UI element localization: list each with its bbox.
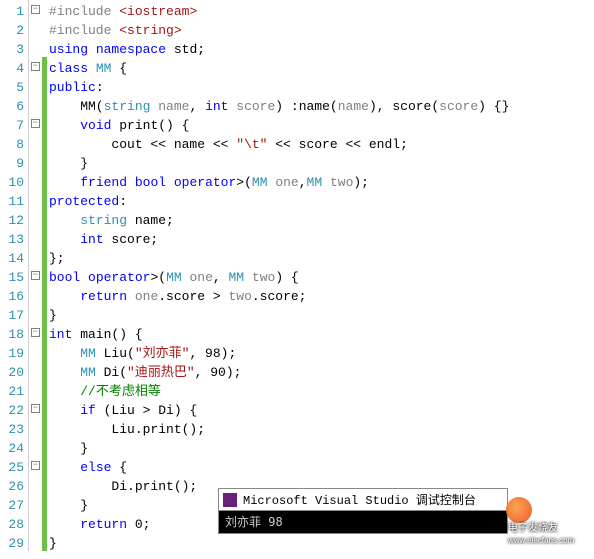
code-line[interactable]: Liu.print(); (47, 420, 594, 439)
code-line[interactable]: }; (47, 249, 594, 268)
debug-console-window[interactable]: Microsoft Visual Studio 调试控制台 刘亦菲 98 (218, 488, 508, 534)
line-number: 25 (8, 458, 24, 477)
code-line[interactable]: } (47, 306, 594, 325)
line-number: 3 (8, 40, 24, 59)
code-line[interactable]: else { (47, 458, 594, 477)
code-line[interactable]: int main() { (47, 325, 594, 344)
fold-toggle-icon[interactable]: − (31, 119, 40, 128)
line-number: 10 (8, 173, 24, 192)
code-line[interactable]: protected: (47, 192, 594, 211)
fold-toggle-icon[interactable]: − (31, 404, 40, 413)
line-number: 6 (8, 97, 24, 116)
line-number: 19 (8, 344, 24, 363)
code-line[interactable]: } (47, 439, 594, 458)
line-number: 20 (8, 363, 24, 382)
line-number-gutter: 1 2 3 4 5 6 7 8 9 10 11 12 13 14 15 16 1… (0, 0, 28, 559)
visual-studio-icon (223, 493, 237, 507)
code-line[interactable]: public: (47, 78, 594, 97)
line-number: 28 (8, 515, 24, 534)
line-number: 27 (8, 496, 24, 515)
line-number: 14 (8, 249, 24, 268)
line-number: 9 (8, 154, 24, 173)
code-line[interactable]: MM Di("迪丽热巴", 90); (47, 363, 594, 382)
code-line[interactable]: if (Liu > Di) { (47, 401, 594, 420)
code-line[interactable]: cout << name << "\t" << score << endl; (47, 135, 594, 154)
fold-column: − − − − − − − (28, 0, 42, 559)
elecfans-logo-icon (506, 497, 532, 523)
console-output: 刘亦菲 98 (219, 511, 507, 533)
line-number: 18 (8, 325, 24, 344)
line-number: 12 (8, 211, 24, 230)
line-number: 5 (8, 78, 24, 97)
code-line[interactable]: string name; (47, 211, 594, 230)
code-line[interactable]: void print() { (47, 116, 594, 135)
line-number: 22 (8, 401, 24, 420)
line-number: 24 (8, 439, 24, 458)
code-line[interactable]: //不考虑相等 (47, 382, 594, 401)
code-line[interactable]: #include <string> (47, 21, 594, 40)
code-editor[interactable]: 1 2 3 4 5 6 7 8 9 10 11 12 13 14 15 16 1… (0, 0, 594, 559)
watermark: 电子发烧友 www.elecfans.com (506, 497, 592, 533)
code-line[interactable]: MM(string name, int score) :name(name), … (47, 97, 594, 116)
line-number: 23 (8, 420, 24, 439)
code-line[interactable]: } (47, 154, 594, 173)
line-number: 15 (8, 268, 24, 287)
fold-toggle-icon[interactable]: − (31, 461, 40, 470)
fold-toggle-icon[interactable]: − (31, 62, 40, 71)
line-number: 11 (8, 192, 24, 211)
code-line[interactable]: return one.score > two.score; (47, 287, 594, 306)
code-area[interactable]: #include <iostream> #include <string> us… (47, 0, 594, 559)
line-number: 8 (8, 135, 24, 154)
line-number: 17 (8, 306, 24, 325)
watermark-text: 电子发烧友 www.elecfans.com (508, 523, 574, 547)
line-number: 4 (8, 59, 24, 78)
fold-toggle-icon[interactable]: − (31, 5, 40, 14)
line-number: 2 (8, 21, 24, 40)
fold-toggle-icon[interactable]: − (31, 271, 40, 280)
line-number: 21 (8, 382, 24, 401)
code-line[interactable]: class MM { (47, 59, 594, 78)
line-number: 26 (8, 477, 24, 496)
code-line[interactable]: using namespace std; (47, 40, 594, 59)
console-title-text: Microsoft Visual Studio 调试控制台 (243, 491, 476, 508)
line-number: 13 (8, 230, 24, 249)
code-line[interactable]: int score; (47, 230, 594, 249)
line-number: 16 (8, 287, 24, 306)
line-number: 1 (8, 2, 24, 21)
code-line[interactable]: #include <iostream> (47, 2, 594, 21)
line-number: 7 (8, 116, 24, 135)
code-line[interactable]: friend bool operator>(MM one,MM two); (47, 173, 594, 192)
line-number: 29 (8, 534, 24, 553)
fold-toggle-icon[interactable]: − (31, 328, 40, 337)
console-titlebar[interactable]: Microsoft Visual Studio 调试控制台 (219, 489, 507, 511)
code-line[interactable]: MM Liu("刘亦菲", 98); (47, 344, 594, 363)
code-line[interactable]: bool operator>(MM one, MM two) { (47, 268, 594, 287)
